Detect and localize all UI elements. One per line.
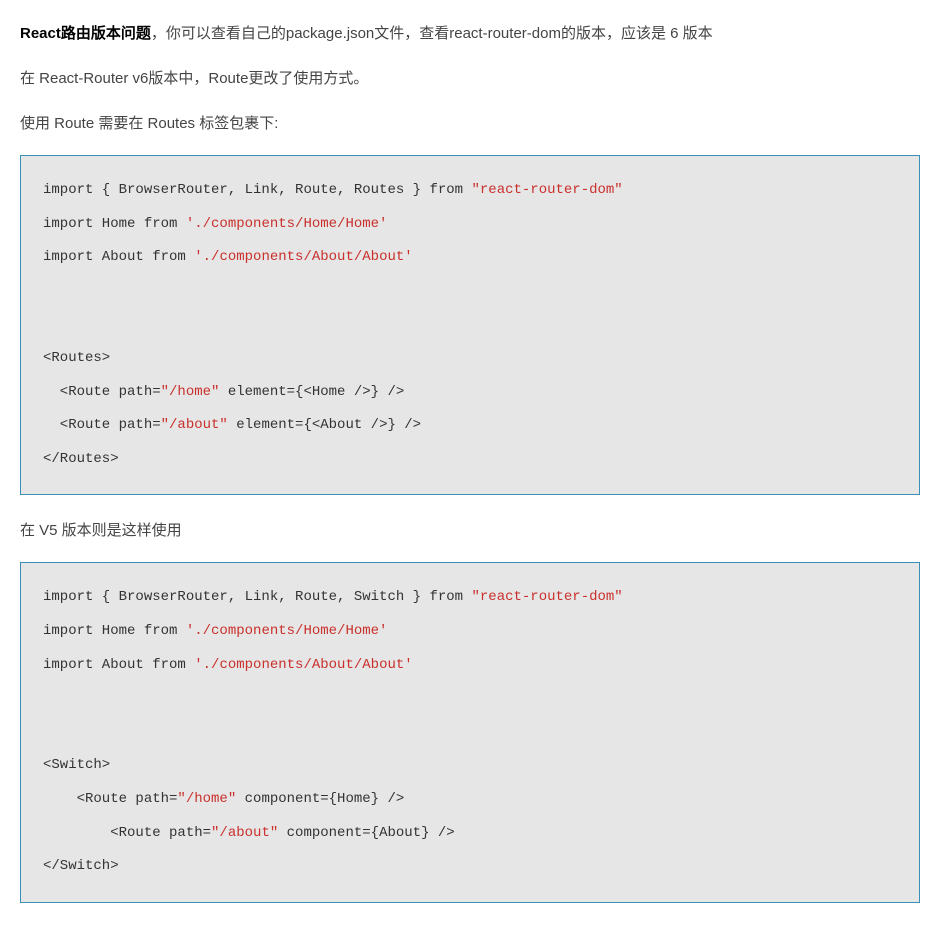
code-line: element={<Home />} /> <box>219 384 404 400</box>
code-line: </Routes> <box>43 451 119 467</box>
paragraph-3: 使用 Route 需要在 Routes 标签包裹下: <box>20 110 920 137</box>
code-line: import Home from <box>43 216 186 232</box>
paragraph-1: React路由版本问题，你可以查看自己的package.json文件，查看rea… <box>20 20 920 47</box>
code-line: <Route path= <box>43 825 211 841</box>
code-string: './components/Home/Home' <box>186 216 388 232</box>
paragraph-1-text: ，你可以查看自己的package.json文件，查看react-router-d… <box>151 25 713 42</box>
code-line: import About from <box>43 249 194 265</box>
code-line: import { BrowserRouter, Link, Route, Swi… <box>43 589 471 605</box>
code-string: "/home" <box>161 384 220 400</box>
paragraph-2: 在 React-Router v6版本中，Route更改了使用方式。 <box>20 65 920 92</box>
code-string: "react-router-dom" <box>471 589 622 605</box>
code-line: component={Home} /> <box>236 791 404 807</box>
code-line: <Route path= <box>43 417 161 433</box>
code-string: "/about" <box>161 417 228 433</box>
code-string: "react-router-dom" <box>471 182 622 198</box>
code-line: import { BrowserRouter, Link, Route, Rou… <box>43 182 471 198</box>
bold-title: React路由版本问题 <box>20 25 151 42</box>
code-line: <Route path= <box>43 791 177 807</box>
paragraph-4: 在 V5 版本则是这样使用 <box>20 517 920 544</box>
code-string: "/home" <box>177 791 236 807</box>
code-string: './components/About/About' <box>194 657 412 673</box>
code-line: import Home from <box>43 623 186 639</box>
code-line: element={<About />} /> <box>228 417 421 433</box>
code-string: './components/About/About' <box>194 249 412 265</box>
code-line: <Route path= <box>43 384 161 400</box>
code-string: './components/Home/Home' <box>186 623 388 639</box>
code-block-v6: import { BrowserRouter, Link, Route, Rou… <box>20 155 920 495</box>
code-line: <Switch> <box>43 757 110 773</box>
code-line: component={About} /> <box>278 825 454 841</box>
code-line: </Switch> <box>43 858 119 874</box>
code-string: "/about" <box>211 825 278 841</box>
code-line: <Routes> <box>43 350 110 366</box>
code-line: import About from <box>43 657 194 673</box>
